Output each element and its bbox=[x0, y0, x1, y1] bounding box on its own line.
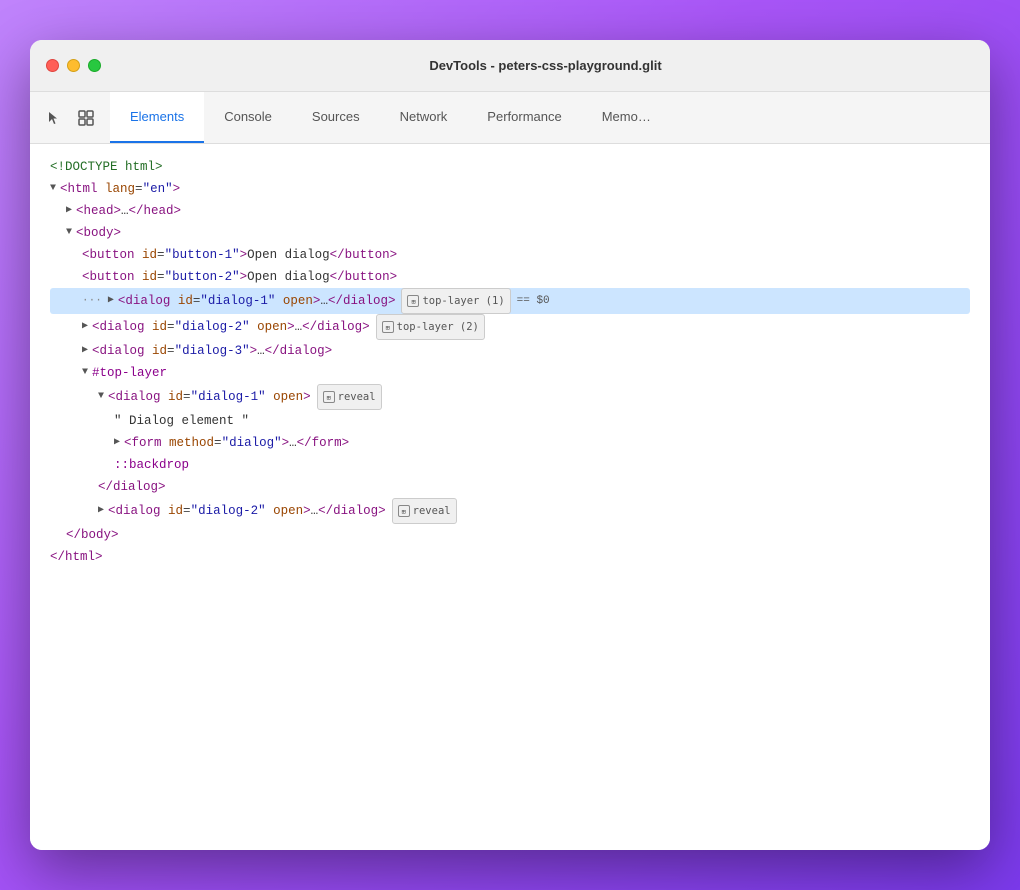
tabs-bar: Elements Console Sources Network Perform… bbox=[30, 92, 990, 144]
tab-elements[interactable]: Elements bbox=[110, 92, 204, 143]
minimize-button[interactable] bbox=[67, 59, 80, 72]
devtools-window: DevTools - peters-css-playground.glit El… bbox=[30, 40, 990, 850]
doctype-text: <!DOCTYPE html> bbox=[50, 156, 163, 178]
dom-line-body-close: </body> bbox=[50, 524, 970, 546]
tab-network[interactable]: Network bbox=[380, 92, 468, 143]
dom-line-dialog2-inner[interactable]: ▶ <dialog id = "dialog-2" open > … </dia… bbox=[50, 498, 970, 524]
window-title: DevTools - peters-css-playground.glit bbox=[117, 58, 974, 73]
dom-line-text-dialog: " Dialog element " bbox=[50, 410, 970, 432]
tab-console[interactable]: Console bbox=[204, 92, 292, 143]
dom-line-dialog-close: </dialog> bbox=[50, 476, 970, 498]
maximize-button[interactable] bbox=[88, 59, 101, 72]
tab-icons bbox=[30, 92, 110, 143]
dom-line-backdrop[interactable]: ::backdrop bbox=[50, 454, 970, 476]
dom-line-dialog3[interactable]: ▶ <dialog id = "dialog-3" > … </dialog> bbox=[50, 340, 970, 362]
dom-line-dialog1-inner[interactable]: ▼ <dialog id = "dialog-1" open > ⊞ revea… bbox=[50, 384, 970, 410]
dom-tree: <!DOCTYPE html> ▼ <html lang = "en" > ▶ … bbox=[30, 144, 990, 850]
dom-line-html-close: </html> bbox=[50, 546, 970, 568]
cursor-icon[interactable] bbox=[42, 106, 66, 130]
dom-line-dialog2[interactable]: ▶ <dialog id = "dialog-2" open > … </dia… bbox=[50, 314, 970, 340]
traffic-lights bbox=[46, 59, 101, 72]
inspect-icon[interactable] bbox=[74, 106, 98, 130]
tab-sources[interactable]: Sources bbox=[292, 92, 380, 143]
top-layer-badge-1[interactable]: ⊞ top-layer (1) bbox=[401, 288, 510, 314]
dom-line-button2[interactable]: <button id = "button-2" > Open dialog </… bbox=[50, 266, 970, 288]
reveal-badge-2[interactable]: ⊞ reveal bbox=[392, 498, 457, 524]
dom-line-dialog1[interactable]: ··· ▶ <dialog id = "dialog-1" open > … <… bbox=[50, 288, 970, 314]
dom-line-head[interactable]: ▶ <head> … </head> bbox=[50, 200, 970, 222]
reveal-badge-1[interactable]: ⊞ reveal bbox=[317, 384, 382, 410]
top-layer-badge-2[interactable]: ⊞ top-layer (2) bbox=[376, 314, 485, 340]
equals-dollar: == $0 bbox=[517, 290, 550, 312]
dom-line-html-open[interactable]: ▼ <html lang = "en" > bbox=[50, 178, 970, 200]
tab-performance[interactable]: Performance bbox=[467, 92, 581, 143]
close-button[interactable] bbox=[46, 59, 59, 72]
dom-line-body-open[interactable]: ▼ <body> bbox=[50, 222, 970, 244]
tab-memory[interactable]: Memo… bbox=[582, 92, 671, 143]
dom-line-top-layer[interactable]: ▼ #top-layer bbox=[50, 362, 970, 384]
dom-line-button1[interactable]: <button id = "button-1" > Open dialog </… bbox=[50, 244, 970, 266]
dots-icon: ··· bbox=[82, 290, 102, 312]
dom-line-doctype[interactable]: <!DOCTYPE html> bbox=[50, 156, 970, 178]
dom-line-form[interactable]: ▶ <form method = "dialog" > … </form> bbox=[50, 432, 970, 454]
titlebar: DevTools - peters-css-playground.glit bbox=[30, 40, 990, 92]
